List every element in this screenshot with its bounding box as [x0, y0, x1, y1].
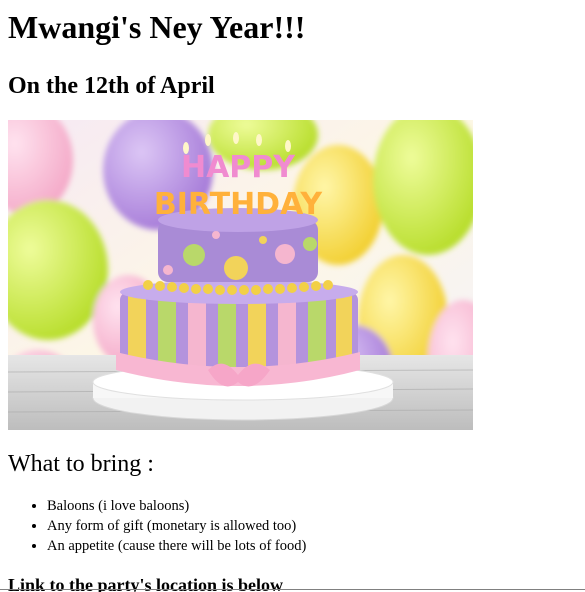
page-title: Mwangi's Ney Year!!!: [8, 9, 306, 45]
location-link-heading: Link to the party's location is below: [8, 575, 284, 592]
list-item: Baloons (i love baloons): [47, 496, 577, 516]
bring-list: Baloons (i love baloons) Any form of gif…: [8, 496, 577, 556]
horizontal-rule: [0, 589, 585, 590]
list-item: Any form of gift (monetary is allowed to…: [47, 516, 577, 536]
list-item: An appetite (cause there will be lots of…: [47, 536, 577, 556]
date-heading: On the 12th of April: [8, 73, 215, 99]
what-to-bring-heading: What to bring :: [8, 451, 154, 477]
candle-text-birthday: BIRTHDAY: [154, 187, 324, 222]
birthday-cake-image: HAPPY BIRTHDAY: [8, 120, 473, 430]
page: Mwangi's Ney Year!!! On the 12th of Apri…: [0, 0, 585, 592]
candle-text-happy: HAPPY: [181, 150, 296, 185]
